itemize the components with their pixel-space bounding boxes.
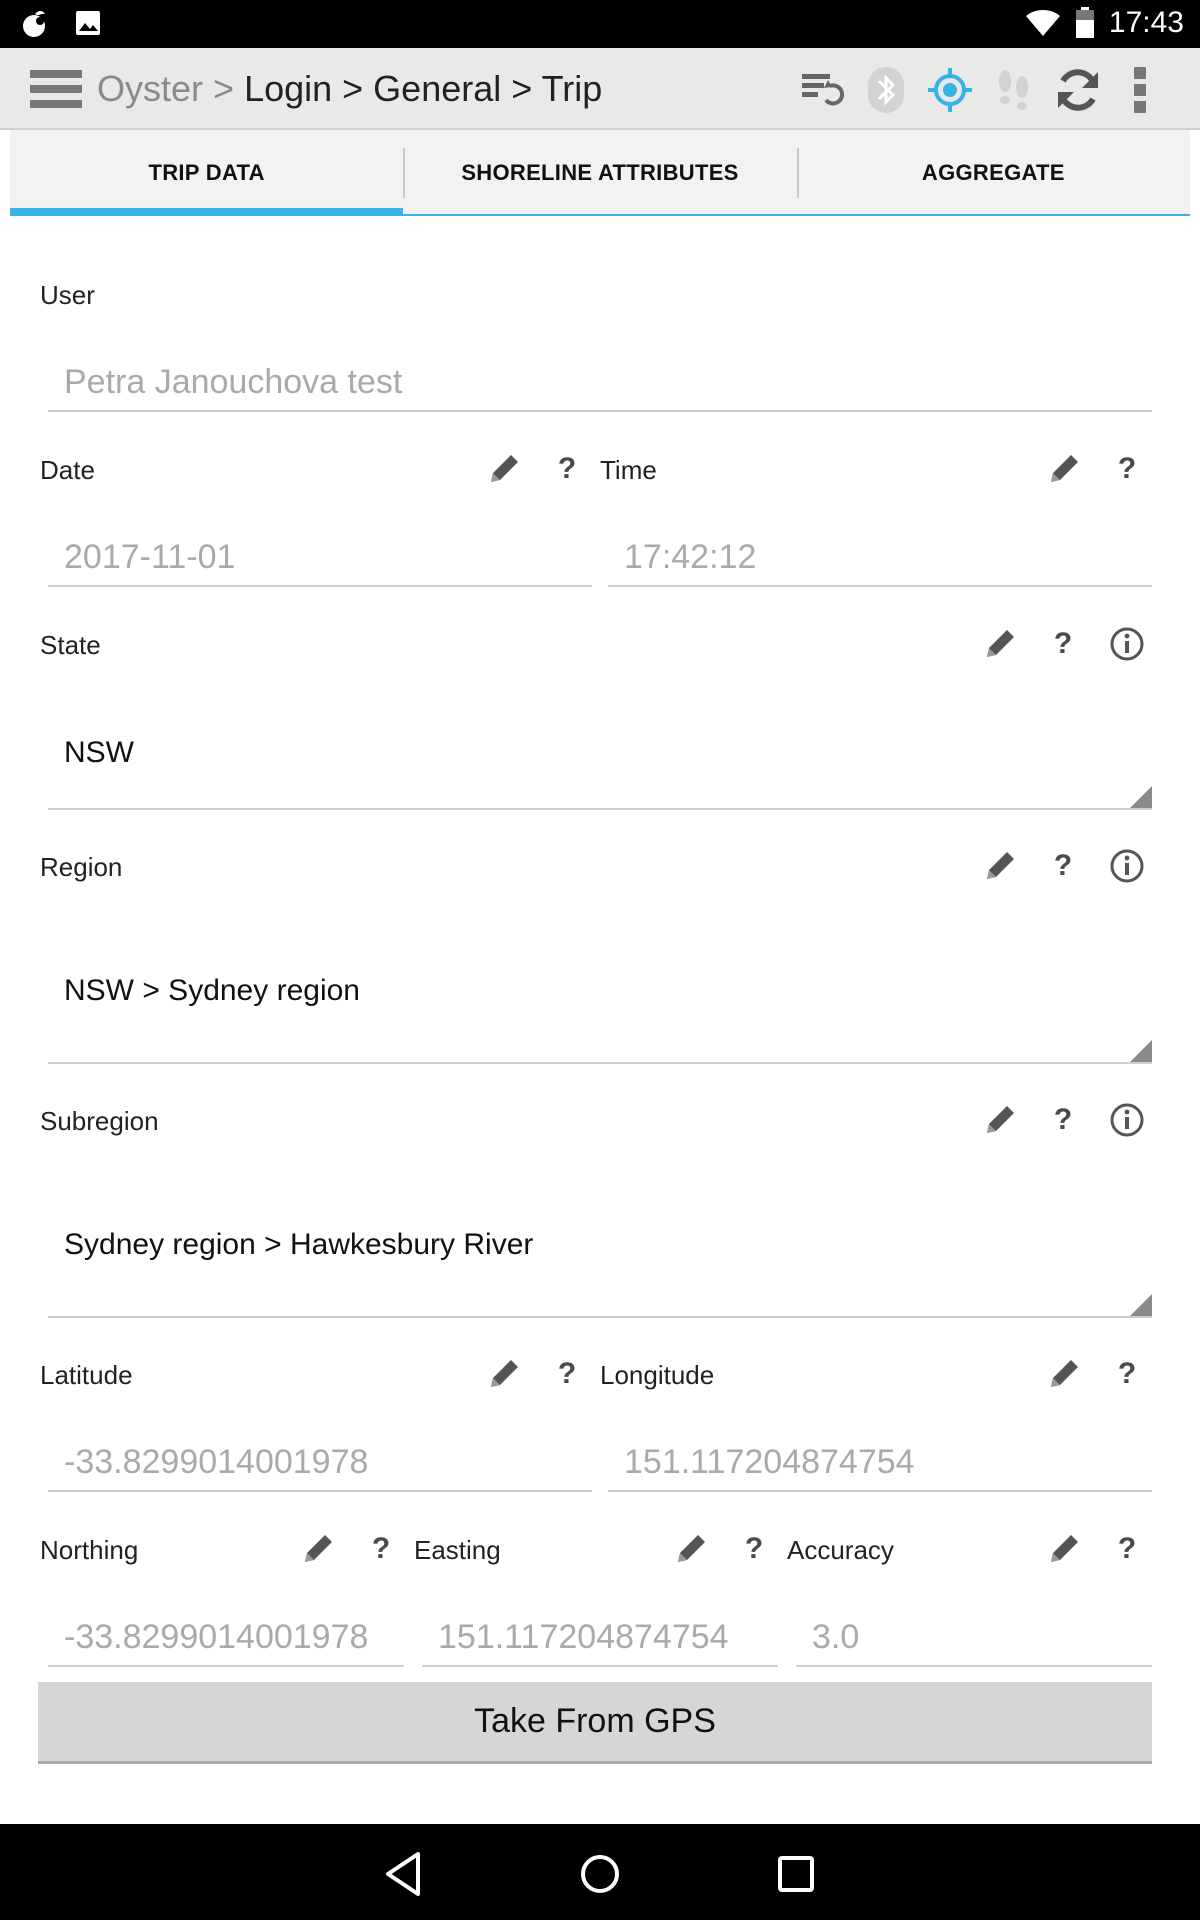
time-help-icon[interactable]: ? — [1107, 449, 1147, 489]
state-value: NSW — [64, 736, 134, 769]
longitude-help-icon[interactable]: ? — [1107, 1354, 1147, 1394]
action-bar: Oyster > Login > General > Trip — [0, 48, 1200, 130]
subregion-value: Sydney region > Hawkesbury River — [64, 1228, 534, 1261]
state-info-icon[interactable] — [1107, 624, 1147, 664]
latitude-field[interactable]: -33.8299014001978 — [48, 1442, 592, 1492]
tab-trip-data[interactable]: TRIP DATA — [10, 130, 404, 216]
back-icon[interactable] — [376, 1846, 432, 1902]
user-label: User — [40, 280, 95, 310]
state-dropdown[interactable]: NSW — [48, 700, 1152, 810]
sync-list-icon[interactable] — [790, 62, 854, 118]
easting-help-icon[interactable]: ? — [734, 1529, 774, 1569]
northing-label: Northing — [40, 1535, 139, 1565]
tab-aggregate[interactable]: AGGREGATE — [796, 130, 1190, 216]
longitude-field[interactable]: 151.117204874754 — [608, 1442, 1152, 1492]
date-field[interactable]: 2017-11-01 — [48, 537, 592, 587]
easting-value: 151.117204874754 — [438, 1618, 729, 1656]
tab-label: AGGREGATE — [921, 160, 1065, 185]
subregion-help-icon[interactable]: ? — [1043, 1100, 1083, 1140]
date-label: Date — [40, 455, 95, 485]
edit-longitude-pencil-icon[interactable] — [1044, 1354, 1084, 1394]
wifi-icon — [1025, 10, 1060, 36]
edit-state-pencil-icon[interactable] — [980, 624, 1020, 664]
northing-field[interactable]: -33.8299014001978 — [48, 1617, 404, 1667]
easting-field[interactable]: 151.117204874754 — [422, 1617, 778, 1667]
easting-label: Easting — [414, 1535, 501, 1565]
region-help-icon[interactable]: ? — [1043, 846, 1083, 886]
footsteps-icon[interactable] — [982, 62, 1046, 118]
date-value: 2017-11-01 — [64, 538, 236, 576]
latitude-help-icon[interactable]: ? — [547, 1354, 587, 1394]
home-icon[interactable] — [572, 1846, 628, 1902]
edit-easting-pencil-icon[interactable] — [671, 1529, 711, 1569]
longitude-label: Longitude — [600, 1360, 715, 1390]
image-notification-icon — [76, 11, 100, 35]
tab-label: SHORELINE ATTRIBUTES — [461, 160, 739, 185]
region-info-icon[interactable] — [1107, 846, 1147, 886]
bluetooth-icon[interactable] — [854, 62, 918, 118]
time-field[interactable]: 17:42:12 — [608, 537, 1152, 587]
longitude-value: 151.117204874754 — [624, 1443, 915, 1481]
tab-indicator — [10, 208, 404, 216]
accuracy-value: 3.0 — [812, 1618, 860, 1656]
accuracy-help-icon[interactable]: ? — [1107, 1529, 1147, 1569]
edit-region-pencil-icon[interactable] — [980, 846, 1020, 886]
tab-label: TRIP DATA — [148, 160, 265, 185]
refresh-icon[interactable] — [1046, 62, 1110, 118]
tab-bar: TRIP DATA SHORELINE ATTRIBUTES AGGREGATE — [10, 130, 1190, 216]
dropdown-arrow-icon — [1130, 786, 1152, 808]
edit-accuracy-pencil-icon[interactable] — [1044, 1529, 1084, 1569]
status-clock: 17:43 — [1108, 6, 1184, 39]
northing-value: -33.8299014001978 — [64, 1618, 369, 1656]
edit-northing-pencil-icon[interactable] — [298, 1529, 338, 1569]
subregion-info-icon[interactable] — [1107, 1100, 1147, 1140]
user-value: Petra Janouchova test — [64, 363, 403, 401]
navigation-bar — [0, 1824, 1200, 1920]
breadcrumb-path[interactable]: Login > General > Trip — [244, 68, 602, 109]
region-dropdown[interactable]: NSW > Sydney region — [48, 920, 1152, 1064]
state-help-icon[interactable]: ? — [1043, 624, 1083, 664]
overflow-menu-icon[interactable] — [1110, 62, 1170, 118]
app-notification-icon — [23, 11, 45, 37]
hamburger-menu-icon[interactable] — [30, 68, 82, 110]
subregion-label: Subregion — [40, 1106, 159, 1136]
northing-help-icon[interactable]: ? — [361, 1529, 401, 1569]
edit-subregion-pencil-icon[interactable] — [980, 1100, 1020, 1140]
region-value: NSW > Sydney region — [64, 974, 360, 1007]
take-from-gps-button[interactable]: Take From GPS — [38, 1682, 1152, 1764]
breadcrumb-root[interactable]: Oyster > — [97, 68, 234, 109]
user-field[interactable]: Petra Janouchova test — [48, 362, 1152, 412]
region-label: Region — [40, 852, 123, 882]
battery-icon — [1075, 7, 1094, 38]
time-value: 17:42:12 — [624, 538, 757, 576]
gps-location-icon[interactable] — [918, 62, 982, 118]
latitude-value: -33.8299014001978 — [64, 1443, 369, 1481]
accuracy-field[interactable]: 3.0 — [796, 1617, 1152, 1667]
edit-latitude-pencil-icon[interactable] — [484, 1354, 524, 1394]
dropdown-arrow-icon — [1130, 1294, 1152, 1316]
latitude-label: Latitude — [40, 1360, 133, 1390]
edit-date-pencil-icon[interactable] — [484, 449, 524, 489]
status-bar: 17:43 — [0, 0, 1200, 48]
breadcrumb: Oyster > Login > General > Trip — [97, 68, 602, 110]
edit-time-pencil-icon[interactable] — [1044, 449, 1084, 489]
time-label: Time — [600, 455, 657, 485]
recent-apps-icon[interactable] — [768, 1846, 824, 1902]
tab-shoreline-attributes[interactable]: SHORELINE ATTRIBUTES — [403, 130, 797, 216]
subregion-dropdown[interactable]: Sydney region > Hawkesbury River — [48, 1174, 1152, 1318]
dropdown-arrow-icon — [1130, 1040, 1152, 1062]
accuracy-label: Accuracy — [787, 1535, 894, 1565]
state-label: State — [40, 630, 101, 660]
date-help-icon[interactable]: ? — [547, 449, 587, 489]
